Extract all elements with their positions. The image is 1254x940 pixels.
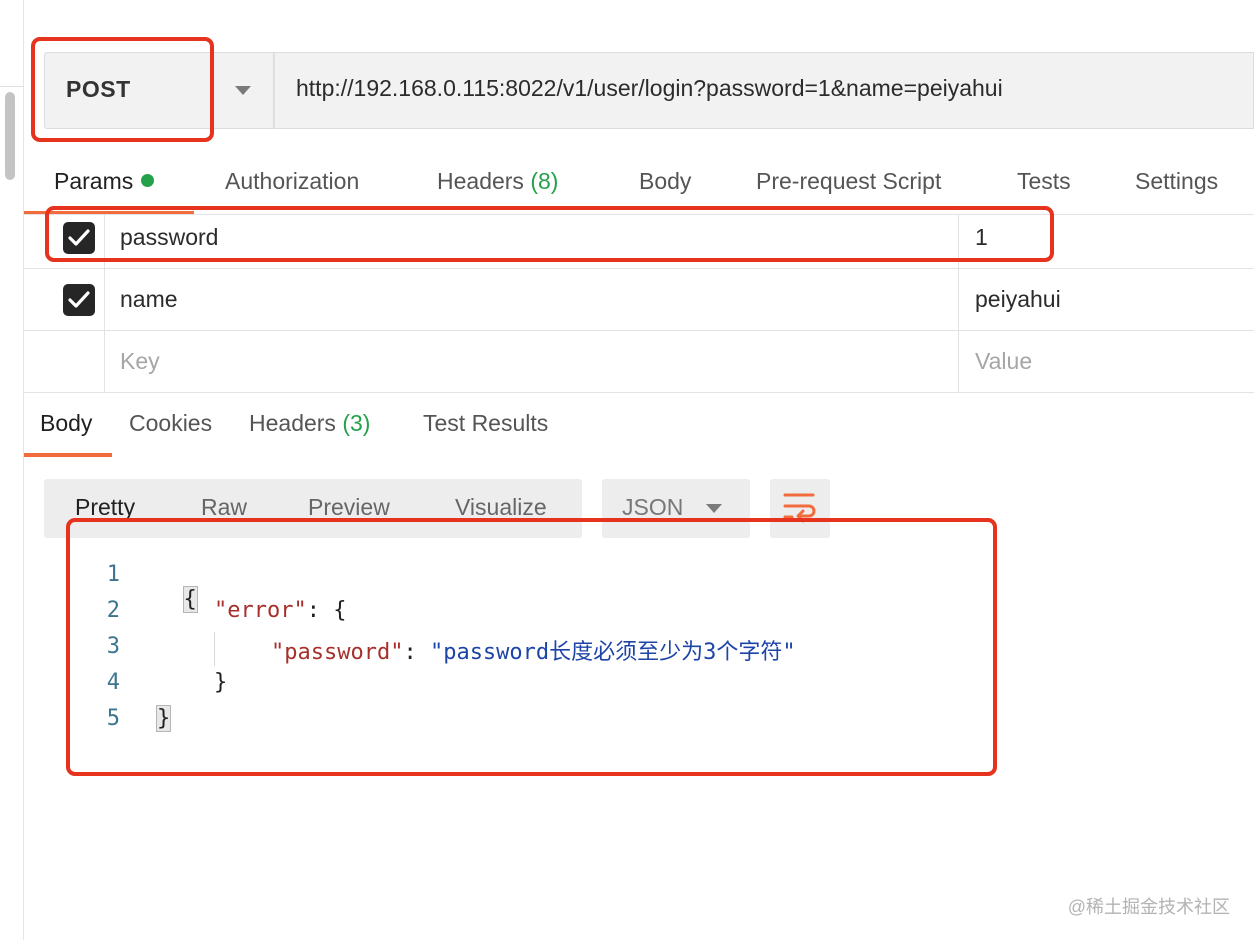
check-icon: [68, 229, 90, 246]
code-line-2: "error": {: [214, 598, 346, 623]
tab-headers[interactable]: Headers (8): [437, 168, 558, 195]
language-select-label: JSON: [622, 494, 684, 520]
json-open-brace: {: [182, 586, 198, 613]
json-inner-close-brace: }: [214, 670, 228, 695]
tab-body-label: Body: [639, 168, 692, 194]
tab-authorization-label: Authorization: [225, 168, 360, 194]
url-text: http://192.168.0.115:8022/v1/user/login?…: [296, 75, 1003, 101]
tab-settings[interactable]: Settings: [1135, 168, 1218, 195]
divider: [0, 86, 24, 87]
json-value-password-message: "password长度必须至少为3个字符": [429, 640, 796, 665]
param-checkbox-password[interactable]: [63, 222, 95, 254]
code-line-1: {: [157, 562, 198, 613]
line-number: 2: [106, 598, 120, 623]
tab-pre-request-script[interactable]: Pre-request Script: [756, 168, 941, 195]
table-column-divider: [104, 214, 105, 392]
json-key-error: "error": [214, 598, 307, 623]
param-checkbox-name[interactable]: [63, 284, 95, 316]
format-tab-preview[interactable]: Preview: [308, 494, 390, 521]
code-line-5: }: [155, 705, 172, 732]
param-key-name[interactable]: name: [120, 286, 178, 313]
response-tab-headers[interactable]: Headers (3): [249, 410, 370, 437]
sidebar-scrollbar[interactable]: [5, 92, 15, 180]
response-tab-test-results[interactable]: Test Results: [423, 410, 548, 437]
response-tab-headers-label: Headers: [249, 410, 336, 436]
tab-authorization[interactable]: Authorization: [225, 168, 359, 195]
json-close-brace: }: [155, 705, 172, 732]
wrap-lines-icon: [783, 493, 816, 523]
line-number: 3: [106, 634, 120, 659]
watermark: @稀土掘金技术社区: [1067, 897, 1230, 917]
code-line-4: }: [214, 670, 227, 695]
response-tab-headers-count: (3): [342, 410, 371, 436]
json-punctuation: : {: [306, 598, 347, 623]
json-punctuation: :: [403, 640, 430, 665]
method-label: POST: [66, 76, 131, 102]
tab-pre-request-script-label: Pre-request Script: [756, 168, 942, 194]
response-tab-body[interactable]: Body: [40, 410, 92, 437]
param-key-password[interactable]: password: [120, 224, 218, 251]
tab-tests-label: Tests: [1017, 168, 1071, 194]
table-divider: [24, 214, 1254, 215]
line-number: 4: [106, 670, 120, 695]
new-param-value-input[interactable]: Value: [975, 348, 1032, 375]
format-tab-pretty[interactable]: Pretty: [75, 494, 135, 521]
param-value-password[interactable]: 1: [975, 224, 988, 251]
response-tab-cookies-label: Cookies: [129, 410, 213, 436]
response-tab-cookies[interactable]: Cookies: [129, 410, 212, 437]
new-param-key-input[interactable]: Key: [120, 348, 160, 375]
title-fragment: [186, 0, 200, 4]
json-key-password: "password": [271, 640, 404, 665]
chevron-down-icon: [235, 86, 251, 95]
line-number: 1: [106, 562, 120, 587]
tab-params-label: Params: [54, 168, 134, 194]
format-tab-raw[interactable]: Raw: [201, 494, 247, 521]
table-divider: [24, 268, 1254, 269]
active-params-dot-icon: [141, 174, 155, 187]
tab-params[interactable]: Params: [54, 168, 155, 195]
code-line-3: "password": "password长度必须至少为3个字符": [271, 634, 796, 666]
line-number: 5: [106, 706, 120, 731]
table-divider: [24, 392, 1254, 393]
format-tab-visualize[interactable]: Visualize: [455, 494, 547, 521]
tab-body[interactable]: Body: [639, 168, 691, 195]
response-tab-body-label: Body: [40, 410, 93, 436]
indent-guide: [214, 632, 215, 666]
response-active-tab-underline: [24, 453, 112, 457]
chevron-down-icon: [706, 504, 722, 513]
table-column-divider: [958, 214, 959, 392]
tab-headers-count: (8): [530, 168, 559, 194]
wrap-lines-button[interactable]: [770, 479, 830, 538]
table-divider: [24, 330, 1254, 331]
tab-settings-label: Settings: [1135, 168, 1219, 194]
param-value-name[interactable]: peiyahui: [975, 286, 1061, 313]
tab-headers-label: Headers: [437, 168, 524, 194]
check-icon: [68, 291, 90, 308]
tab-tests[interactable]: Tests: [1017, 168, 1071, 195]
response-tab-test-results-label: Test Results: [423, 410, 549, 436]
